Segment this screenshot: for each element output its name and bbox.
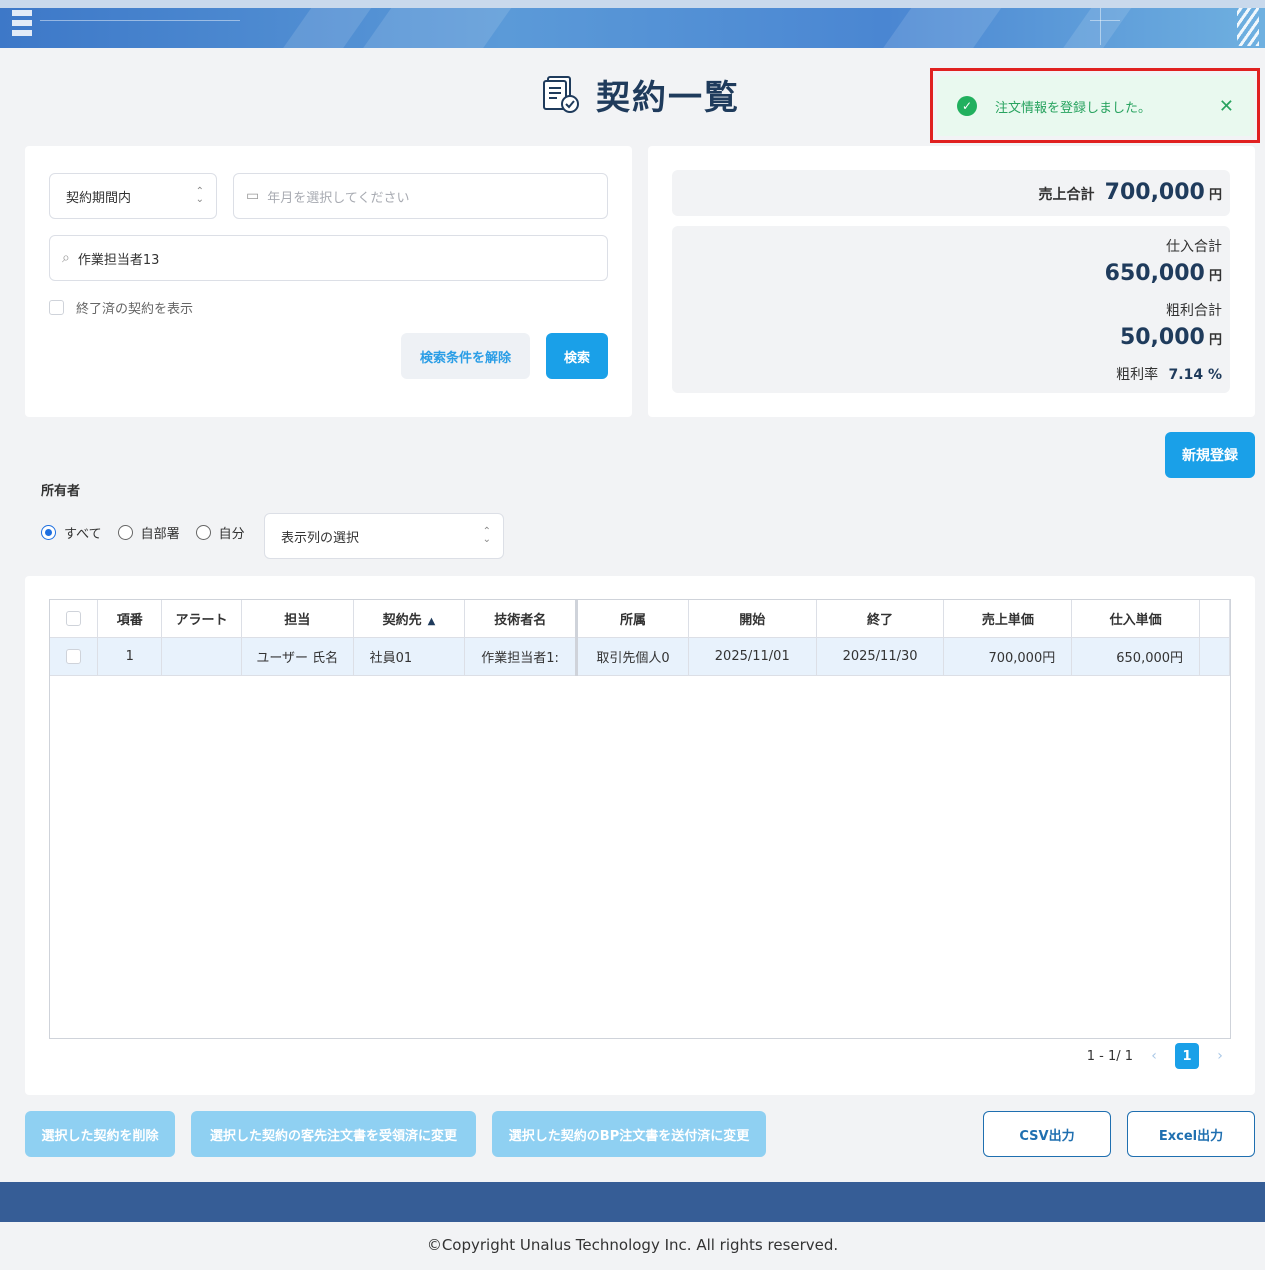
new-register-button[interactable]: 新規登録 [1165, 432, 1255, 478]
select-all-checkbox[interactable] [66, 610, 82, 626]
cell-purchase-price: 650,000円 [1071, 637, 1201, 676]
cell-end: 2025/11/30 [816, 637, 945, 676]
table-row[interactable]: 1 ユーザー 氏名 社員01 作業担当者1: 取引先個人0 2025/11/01… [50, 637, 1230, 676]
radio-unselected-icon[interactable] [117, 525, 133, 540]
column-header-affiliation[interactable]: 所属 [576, 600, 689, 638]
cell-index: 1 [97, 637, 163, 676]
cell-extra [1199, 637, 1230, 676]
column-header-engineer[interactable]: 技術者名 [464, 600, 579, 638]
row-select-cell[interactable] [50, 637, 99, 676]
table-header-row: 項番 アラート 担当 契約先 ▲ 技術者名 所属 開始 終了 売上単価 仕入単価 [50, 600, 1230, 638]
owner-radio-all[interactable]: すべて [41, 523, 102, 542]
success-toast: ✓ 注文情報を登録しました。 ✕ [937, 76, 1254, 136]
column-header-sales-price[interactable]: 売上単価 [943, 600, 1073, 638]
close-icon[interactable]: ✕ [1219, 96, 1234, 117]
month-picker-input[interactable]: ▭ 年月を選択してください [233, 173, 608, 219]
sales-total-box: 売上合計 700,000 円 [672, 170, 1230, 216]
contract-table-panel: 項番 アラート 担当 契約先 ▲ 技術者名 所属 開始 終了 売上単価 仕入単価 … [25, 576, 1255, 1095]
excel-export-button[interactable]: Excel出力 [1127, 1111, 1255, 1157]
gross-total-yen: 円 [1208, 333, 1222, 348]
cell-owner: ユーザー 氏名 [241, 637, 354, 676]
chevron-right-icon[interactable]: › [1209, 1048, 1231, 1064]
column-header-client[interactable]: 契約先 ▲ [353, 600, 466, 638]
purchase-total-label: 仕入合計 [1166, 239, 1222, 255]
owner-radio-department[interactable]: 自部署 [117, 523, 180, 542]
summary-panel: 売上合計 700,000 円 仕入合計 650,000 円 粗利合計 50,00… [648, 146, 1255, 417]
owner-radio-group: すべて 自部署 自分 [41, 523, 245, 542]
chevron-updown-icon: ⌃ ⌄ [195, 186, 204, 205]
keyword-search-value: 作業担当者13 [77, 252, 160, 268]
owner-radio-self[interactable]: 自分 [195, 523, 245, 542]
chevron-updown-icon: ⌃ ⌄ [482, 526, 491, 545]
column-header-owner[interactable]: 担当 [241, 600, 354, 638]
header-top-strip [0, 0, 1265, 8]
column-header-start[interactable]: 開始 [688, 600, 817, 638]
profit-box: 仕入合計 650,000 円 粗利合計 50,000 円 粗利率 7.14 % [672, 226, 1230, 393]
period-select-value: 契約期間内 [66, 190, 132, 206]
show-finished-label: 終了済の契約を表示 [76, 302, 194, 317]
cell-engineer: 作業担当者1: [464, 637, 579, 676]
purchase-total-value: 650,000 [1104, 261, 1205, 286]
select-all-header[interactable] [50, 600, 99, 638]
show-finished-checkbox[interactable] [49, 300, 64, 315]
column-header-alert[interactable]: アラート [161, 600, 242, 638]
page-title: 契約一覧 [540, 70, 740, 118]
page-title-text: 契約一覧 [596, 77, 740, 118]
pagination-range: 1 - 1/ 1 [1086, 1048, 1133, 1064]
column-select[interactable]: 表示列の選択 ⌃ ⌄ [264, 513, 504, 559]
column-header-end[interactable]: 終了 [816, 600, 945, 638]
sales-total-label: 売上合計 [1038, 187, 1095, 203]
toast-message: 注文情報を登録しました。 [995, 100, 1152, 116]
clear-conditions-button[interactable]: 検索条件を解除 [401, 333, 530, 379]
owner-label: 所有者 [41, 484, 81, 499]
mark-bp-order-sent-button[interactable]: 選択した契約のBP注文書を送付済に変更 [492, 1111, 766, 1157]
cell-affiliation: 取引先個人0 [576, 637, 689, 676]
gross-total-value: 50,000 [1119, 325, 1205, 350]
owner-radio-department-label: 自部署 [140, 527, 180, 542]
period-select[interactable]: 契約期間内 ⌃ ⌄ [49, 173, 217, 219]
menu-icon[interactable] [12, 10, 32, 44]
contract-table: 項番 アラート 担当 契約先 ▲ 技術者名 所属 開始 終了 売上単価 仕入単価 … [49, 599, 1231, 1039]
sort-ascending-icon: ▲ [427, 615, 436, 627]
search-icon: ⌕ [62, 250, 70, 266]
search-button[interactable]: 検索 [546, 333, 608, 379]
show-finished-checkbox-row[interactable]: 終了済の契約を表示 [49, 298, 193, 317]
cell-alert [161, 637, 242, 676]
cell-sales-price: 700,000円 [943, 637, 1073, 676]
column-header-purchase-price[interactable]: 仕入単価 [1071, 600, 1201, 638]
chevron-left-icon[interactable]: ‹ [1143, 1048, 1165, 1064]
copyright-text: ©Copyright Unalus Technology Inc. All ri… [426, 1236, 839, 1254]
cell-client: 社員01 [353, 637, 466, 676]
row-checkbox[interactable] [66, 648, 82, 664]
gross-total-label: 粗利合計 [1166, 303, 1222, 319]
calendar-icon: ▭ [246, 188, 260, 204]
purchase-total-yen: 円 [1208, 269, 1222, 284]
csv-export-button[interactable]: CSV出力 [983, 1111, 1111, 1157]
search-panel: 契約期間内 ⌃ ⌄ ▭ 年月を選択してください ⌕ 作業担当者13 終了済の契約を… [25, 146, 632, 417]
column-header-index[interactable]: 項番 [97, 600, 163, 638]
pagination: 1 - 1/ 1 ‹ 1 › [1087, 1043, 1231, 1069]
mark-client-order-received-button[interactable]: 選択した契約の客先注文書を受領済に変更 [191, 1111, 476, 1157]
contract-document-icon [543, 76, 579, 113]
delete-selected-button[interactable]: 選択した契約を削除 [25, 1111, 175, 1157]
owner-radio-all-label: すべて [64, 527, 102, 542]
page-button[interactable]: 1 [1175, 1043, 1199, 1069]
check-circle-icon: ✓ [957, 96, 977, 116]
gross-rate-value: 7.14 % [1168, 367, 1222, 383]
keyword-search-input[interactable]: ⌕ 作業担当者13 [49, 235, 608, 281]
radio-selected-icon[interactable] [41, 525, 56, 540]
cell-start: 2025/11/01 [688, 637, 817, 676]
footer-bar [0, 1182, 1265, 1222]
month-picker-placeholder: 年月を選択してください [267, 190, 410, 206]
sales-total-yen: 円 [1208, 188, 1222, 203]
column-header-client-label: 契約先 [382, 612, 422, 628]
column-select-value: 表示列の選択 [281, 530, 360, 546]
decorative-hatch-icon [1237, 8, 1259, 46]
gross-rate-label: 粗利率 [1116, 367, 1159, 383]
sales-total-value: 700,000 [1104, 180, 1205, 205]
owner-radio-self-label: 自分 [218, 527, 245, 542]
radio-unselected-icon[interactable] [195, 525, 211, 540]
column-header-extra [1199, 600, 1230, 638]
